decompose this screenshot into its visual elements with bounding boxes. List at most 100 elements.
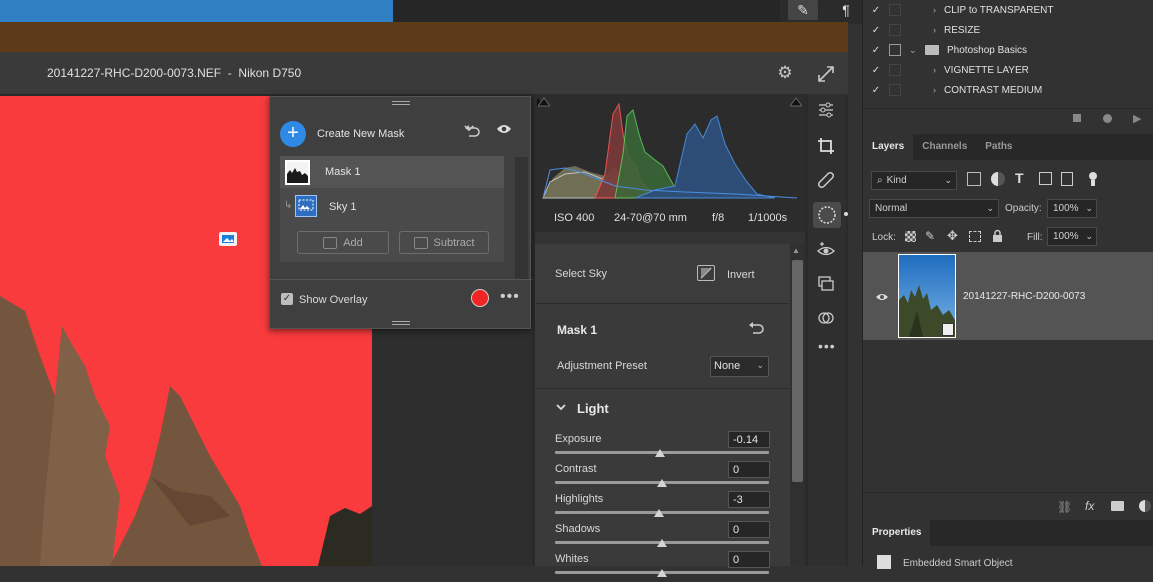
slider-thumb[interactable]: [657, 539, 667, 547]
collapse-chevron-icon[interactable]: [555, 402, 567, 414]
action-dialog-toggle[interactable]: [889, 4, 901, 16]
slider-value-input[interactable]: 0: [728, 521, 770, 538]
action-row[interactable]: ✓ › CONTRAST MEDIUM: [863, 80, 1153, 100]
invert-label[interactable]: Invert: [727, 269, 755, 281]
slider-value-input[interactable]: -3: [728, 491, 770, 508]
action-enabled-check-icon[interactable]: ✓: [863, 65, 889, 76]
tab-paths[interactable]: Paths: [976, 134, 1021, 160]
light-section-title[interactable]: Light: [577, 401, 609, 416]
panel-drag-handle-bottom[interactable]: [392, 321, 410, 325]
settings-gear-icon[interactable]: ⚙: [776, 64, 794, 82]
action-row[interactable]: ✓ ⌄ Photoshop Basics: [863, 40, 1153, 60]
action-row[interactable]: ✓ › VIGNETTE LAYER: [863, 60, 1153, 80]
overlay-color-swatch[interactable]: [471, 289, 489, 307]
subtract-component-button[interactable]: Subtract: [399, 231, 489, 254]
lock-transparent-icon[interactable]: [905, 231, 916, 242]
tab-channels[interactable]: Channels: [913, 134, 976, 160]
slider-value-input[interactable]: -0.14: [728, 431, 770, 448]
play-icon[interactable]: ▶: [1133, 112, 1141, 125]
invert-icon[interactable]: [697, 265, 715, 281]
chevron-right-icon[interactable]: ›: [933, 65, 936, 75]
add-mask-icon[interactable]: [1111, 501, 1124, 511]
sky-component-icon[interactable]: [295, 195, 317, 217]
chevron-right-icon[interactable]: ›: [933, 5, 936, 15]
fx-icon[interactable]: fx: [1085, 499, 1094, 513]
add-component-button[interactable]: Add: [297, 231, 389, 254]
fill-input[interactable]: 100% ⌄: [1047, 227, 1097, 246]
layer-filter-kind-dropdown[interactable]: ⌕ Kind ⌄: [871, 171, 957, 190]
action-label: CLIP to TRANSPARENT: [944, 4, 1054, 16]
layer-visibility-eye-icon[interactable]: [875, 292, 889, 302]
chevron-right-icon[interactable]: ›: [933, 25, 936, 35]
action-enabled-check-icon[interactable]: ✓: [863, 85, 889, 96]
mask-pin-icon[interactable]: [219, 232, 237, 246]
mask-row-mask-1[interactable]: Mask 1: [280, 156, 504, 188]
slider-thumb[interactable]: [654, 449, 665, 457]
tab-layers[interactable]: Layers: [863, 134, 914, 160]
slider-thumb[interactable]: [653, 509, 664, 517]
slider-value-input[interactable]: 0: [728, 551, 770, 568]
mask-panel-scrollbar[interactable]: [515, 157, 528, 279]
highlight-clipping-icon[interactable]: [789, 96, 803, 108]
overlay-visibility-eye-icon[interactable]: [496, 123, 512, 137]
show-overlay-checkbox[interactable]: ✓: [281, 293, 293, 305]
create-mask-plus-icon[interactable]: +: [280, 121, 306, 147]
action-dialog-toggle[interactable]: [889, 84, 901, 96]
scroll-up-arrow-icon[interactable]: ▲: [792, 246, 800, 255]
action-row[interactable]: ✓ › CLIP to TRANSPARENT: [863, 0, 1153, 20]
filter-pixel-icon[interactable]: [967, 172, 981, 186]
slider-value-input[interactable]: 0: [728, 461, 770, 478]
adjustment-preset-dropdown[interactable]: None ⌄: [710, 356, 769, 377]
panel-drag-handle-top[interactable]: [392, 101, 410, 105]
masking-tool-active[interactable]: [813, 202, 841, 228]
presets-icon[interactable]: [816, 308, 836, 328]
action-enabled-check-icon[interactable]: ✓: [863, 25, 889, 36]
subtract-label: Subtract: [433, 236, 475, 249]
filter-shape-icon[interactable]: [1039, 172, 1052, 185]
chevron-right-icon[interactable]: ›: [933, 85, 936, 95]
action-row[interactable]: ✓ › RESIZE: [863, 20, 1153, 40]
more-options-icon[interactable]: •••: [500, 288, 520, 306]
shadow-clipping-icon[interactable]: [537, 96, 551, 108]
paragraph-icon[interactable]: ¶: [836, 2, 856, 20]
snapshots-icon[interactable]: [816, 274, 836, 294]
layer-name[interactable]: 20141227-RHC-D200-0073: [963, 291, 1085, 302]
lock-move-icon[interactable]: ✥: [947, 228, 958, 244]
filter-adjustment-icon[interactable]: [991, 172, 1005, 186]
filter-smart-object-icon[interactable]: [1061, 172, 1073, 186]
scrollbar-thumb[interactable]: [792, 260, 803, 482]
opacity-input[interactable]: 100% ⌄: [1047, 199, 1097, 218]
brush-icon[interactable]: ✎: [788, 0, 818, 20]
crop-icon[interactable]: [816, 136, 836, 156]
component-name[interactable]: Sky 1: [329, 201, 357, 213]
red-eye-icon[interactable]: [816, 240, 836, 260]
reset-mask-icon[interactable]: [463, 122, 481, 138]
link-layers-icon[interactable]: ⛓: [1057, 500, 1072, 514]
lock-all-icon[interactable]: [992, 229, 1003, 242]
more-tools-icon[interactable]: •••: [818, 338, 836, 354]
edit-sliders-icon[interactable]: [816, 100, 836, 120]
create-new-mask-label[interactable]: Create New Mask: [317, 128, 404, 140]
filter-toggle-icon[interactable]: [1089, 172, 1097, 186]
action-dialog-toggle[interactable]: [889, 24, 901, 36]
slider-thumb[interactable]: [657, 569, 667, 577]
edit-panel-scrollbar[interactable]: ▲: [790, 244, 805, 566]
tab-properties[interactable]: Properties: [863, 520, 931, 546]
filter-type-icon[interactable]: T: [1015, 170, 1024, 186]
action-enabled-check-icon[interactable]: ✓: [863, 45, 889, 56]
fullscreen-icon[interactable]: [816, 64, 836, 84]
reset-mask-settings-icon[interactable]: [747, 320, 765, 336]
stop-icon[interactable]: [1073, 114, 1081, 122]
record-icon[interactable]: [1103, 114, 1112, 123]
slider-thumb[interactable]: [657, 479, 667, 487]
healing-bandage-icon[interactable]: [816, 170, 836, 190]
action-dialog-toggle[interactable]: [889, 44, 901, 56]
lock-artboard-icon[interactable]: [969, 231, 981, 242]
action-dialog-toggle[interactable]: [889, 64, 901, 76]
lock-brush-icon[interactable]: ✎: [925, 229, 935, 243]
blend-mode-dropdown[interactable]: Normal ⌄: [869, 199, 999, 218]
layer-row[interactable]: 20141227-RHC-D200-0073: [863, 252, 1153, 340]
expand-chevron-icon[interactable]: ⌄: [909, 45, 921, 56]
adjustment-layer-icon[interactable]: [1139, 500, 1151, 512]
action-enabled-check-icon[interactable]: ✓: [863, 5, 889, 16]
